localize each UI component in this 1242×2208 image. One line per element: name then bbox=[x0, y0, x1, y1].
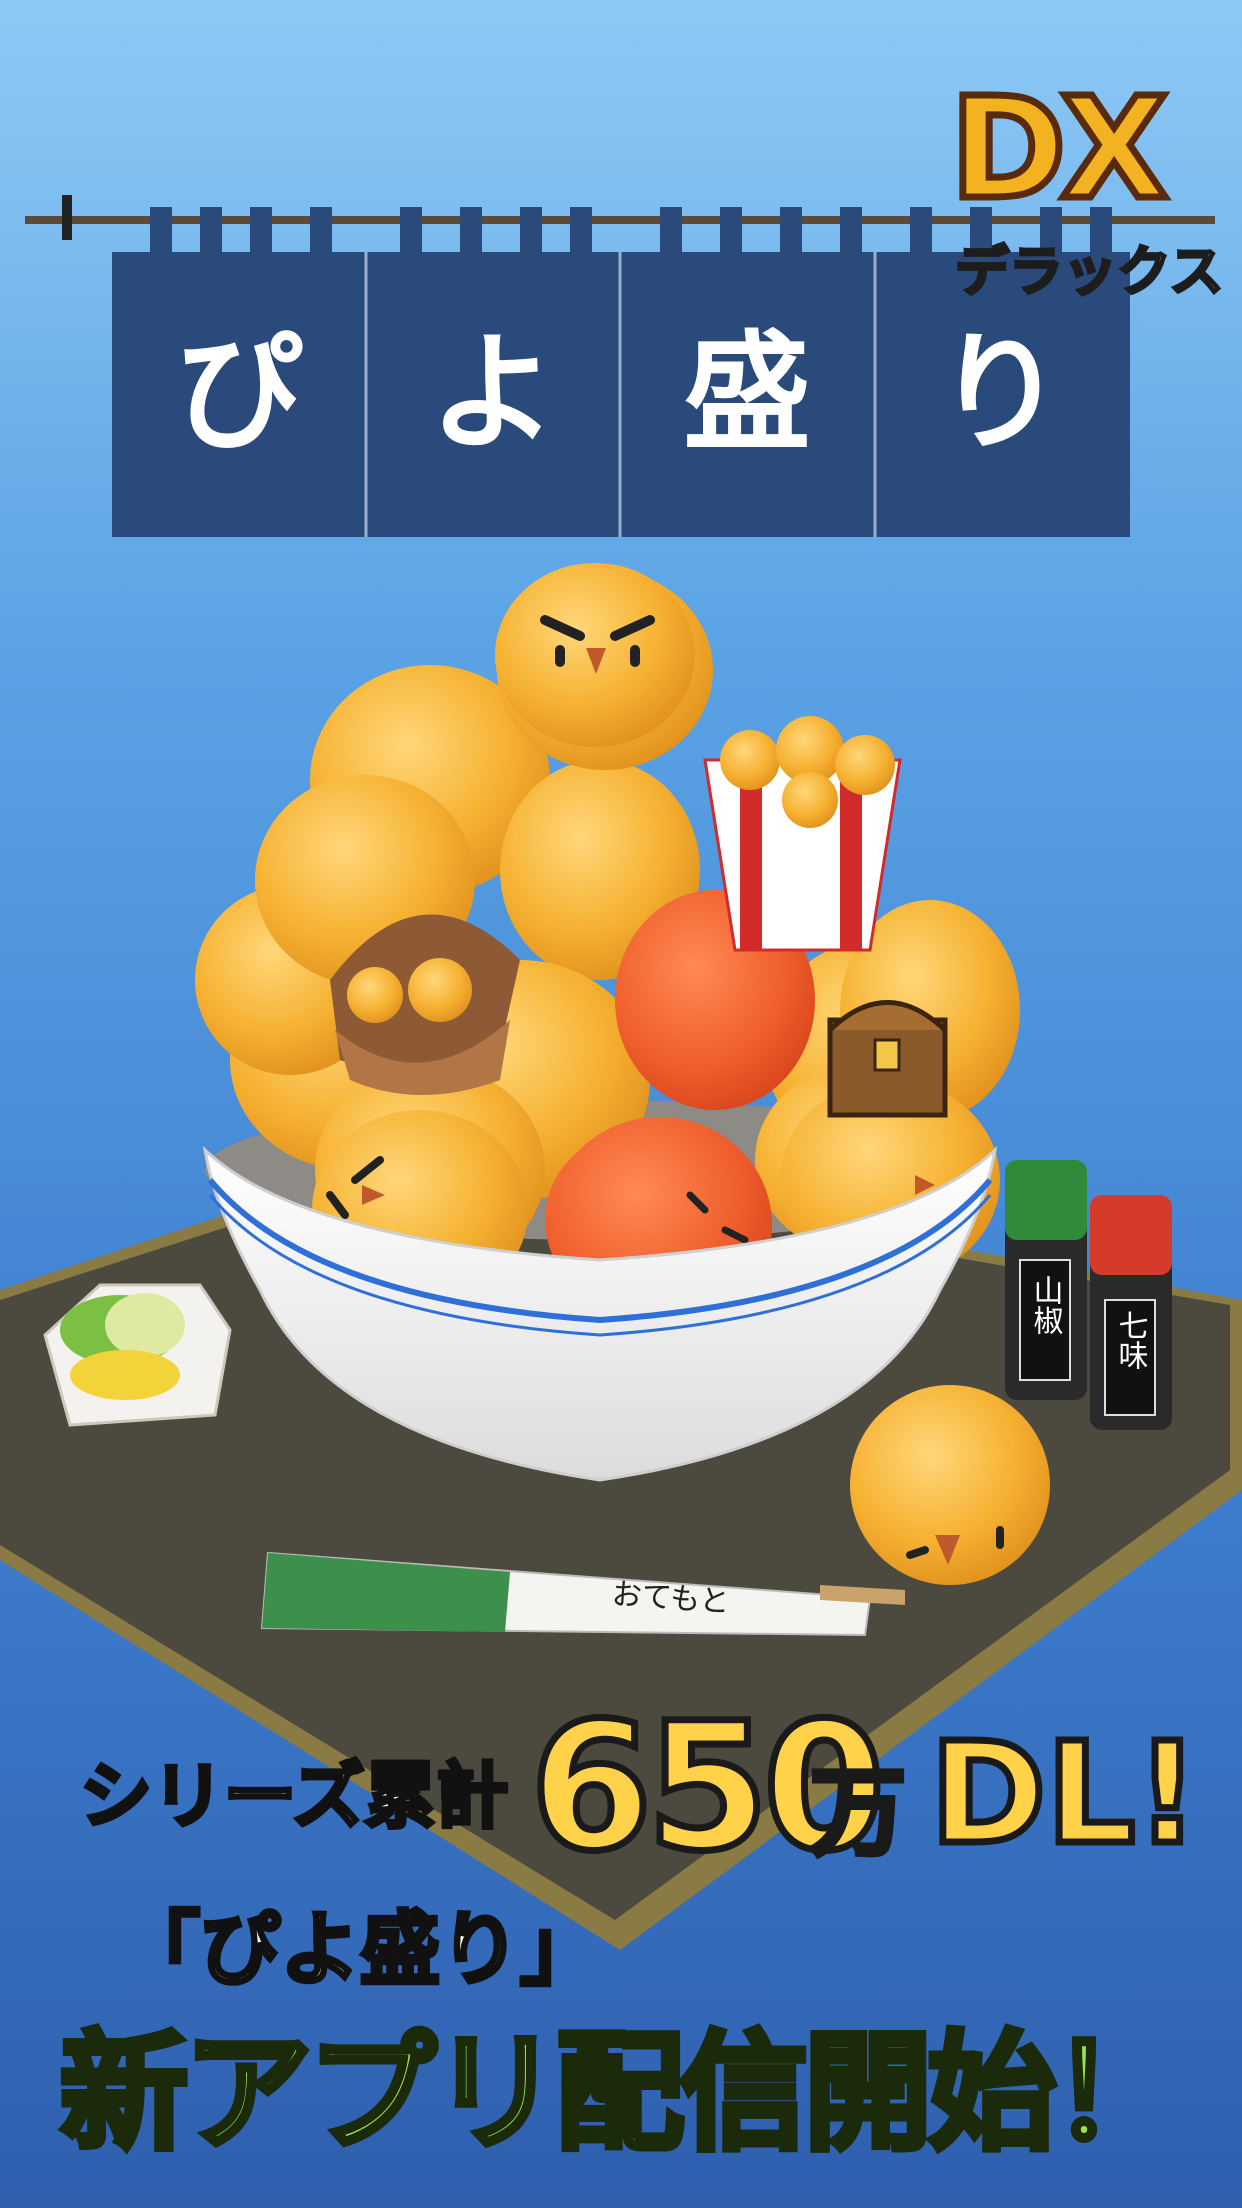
noren-char-3: 盛 bbox=[682, 319, 811, 468]
promo-series-label: シリーズ累計 bbox=[78, 1754, 510, 1838]
chick-bucket bbox=[703, 716, 902, 952]
dx-badge-subtitle: デラックス bbox=[953, 240, 1224, 303]
promo-download-unit: 万 bbox=[808, 1757, 909, 1869]
spice-bottle-sansho: 山椒 bbox=[1005, 1160, 1087, 1400]
noren-char-4: り bbox=[935, 319, 1064, 468]
spice-bottle-shichimi: 七味 bbox=[1090, 1195, 1172, 1430]
treasure-chest-icon bbox=[827, 1000, 948, 1118]
promo-dl-suffix: DL! bbox=[926, 1713, 1202, 1876]
tray-chick bbox=[850, 1385, 1050, 1585]
promo-new-release: 新アプリ配信開始！ bbox=[57, 2019, 1183, 2168]
bottle-left-label: 山椒 bbox=[1028, 1275, 1064, 1335]
bottle-right-label: 七味 bbox=[1113, 1310, 1148, 1370]
dx-badge: DX bbox=[946, 68, 1171, 231]
noren-char-1: ぴ bbox=[174, 319, 303, 468]
promo-app-name: 「ぴよ盛り」 bbox=[118, 1903, 602, 1996]
noren-char-2: よ bbox=[428, 319, 557, 468]
